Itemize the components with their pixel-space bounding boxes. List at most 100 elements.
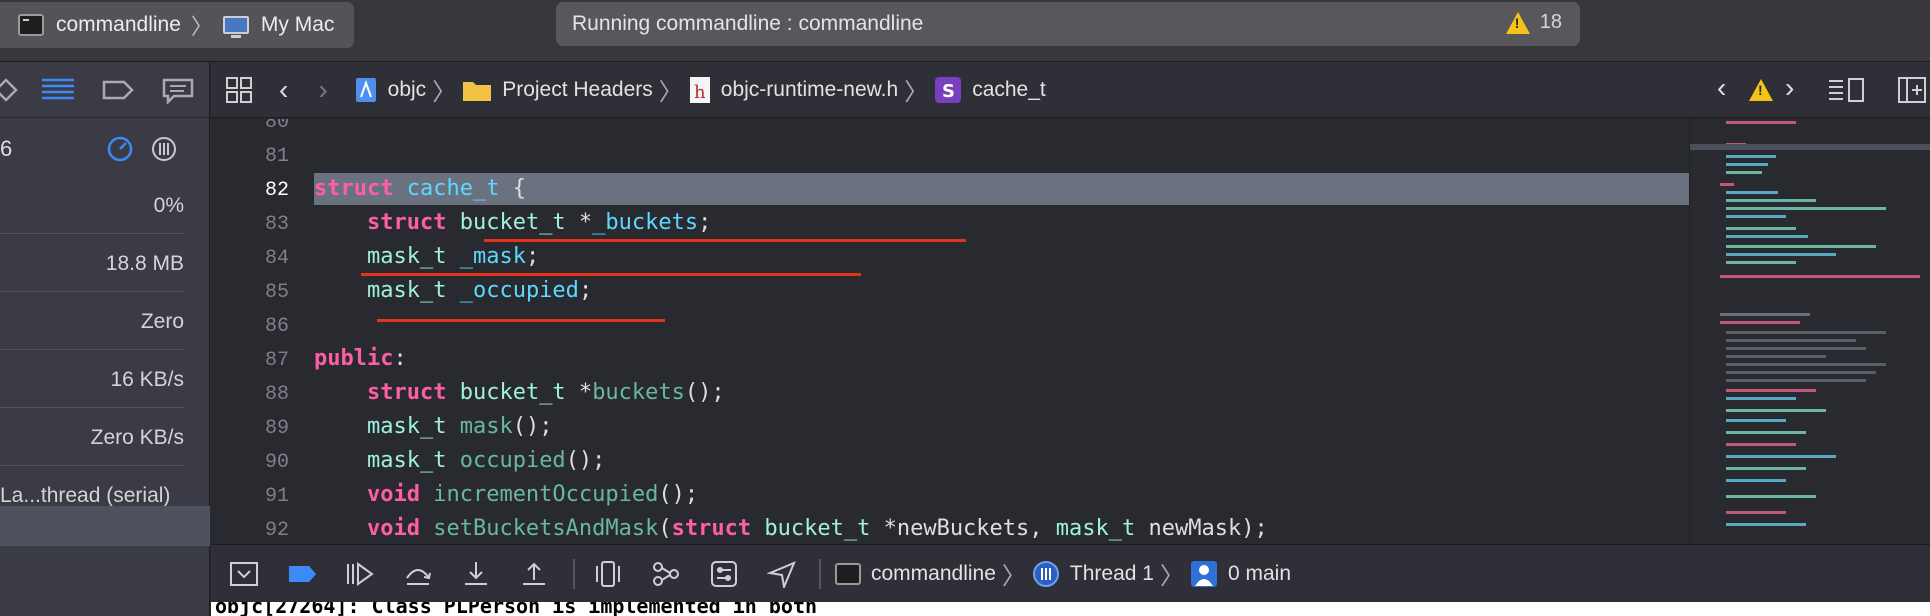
mac-icon — [222, 16, 249, 38]
report-message-icon[interactable] — [160, 76, 196, 104]
type-name: mask_t — [1055, 516, 1136, 541]
process-id-partial: 6 — [0, 136, 13, 161]
cpu-row[interactable]: 0% — [0, 176, 184, 234]
source-editor[interactable]: 80 81 82 83 84 85 86 87 88 89 90 91 92 s… — [211, 119, 1689, 544]
chevron-right-icon: 〉 — [658, 79, 683, 106]
divider — [573, 558, 575, 589]
process-row[interactable]: 6 — [0, 124, 210, 176]
line-number: 80 — [264, 119, 289, 134]
editor-options-icon[interactable] — [1827, 76, 1867, 104]
step-over-icon[interactable] — [403, 560, 433, 588]
crumb-project-headers[interactable]: Project Headers — [462, 78, 653, 102]
folder-icon — [463, 81, 492, 101]
debug-frame[interactable]: 0 main — [1190, 560, 1291, 588]
step-into-icon[interactable] — [461, 560, 491, 588]
crumb-label: Project Headers — [502, 77, 653, 101]
hide-debug-area-icon[interactable] — [229, 560, 259, 588]
diamond-icon[interactable] — [0, 76, 28, 104]
memory-graph-icon[interactable] — [651, 560, 681, 588]
crumb-label: objc — [387, 77, 427, 101]
keyword: struct — [671, 516, 752, 541]
breakpoint-tag-icon[interactable] — [100, 76, 136, 104]
method-name: mask — [459, 414, 513, 439]
related-items-icon[interactable] — [225, 76, 253, 104]
method-name: incrementOccupied — [433, 482, 659, 507]
breakpoints-toggle-icon[interactable] — [287, 560, 317, 588]
code-line-89: mask_t mask(); — [314, 410, 552, 444]
keyword: struct — [366, 210, 447, 235]
debug-bar: commandline 〉 Thread 1 〉 0 main — [211, 544, 1930, 602]
code-line-90: mask_t occupied(); — [314, 444, 605, 478]
disk-row[interactable]: 16 KB/s — [0, 350, 184, 408]
simulate-location-icon[interactable] — [767, 560, 797, 588]
line-number: 81 — [264, 145, 289, 168]
crumb-label: objc-runtime-new.h — [720, 77, 899, 101]
code-line-84: mask_t _mask; — [314, 240, 539, 274]
debug-list-icon[interactable] — [40, 76, 76, 104]
add-editor-icon[interactable] — [1897, 76, 1927, 104]
thread-name: Thread 1 — [1069, 561, 1154, 585]
punct: : — [393, 346, 407, 371]
header-file-icon: h — [689, 76, 710, 103]
scheme-selector[interactable]: commandline 〉 My Mac — [0, 2, 354, 48]
continue-icon[interactable] — [345, 560, 375, 588]
jump-bar: ‹ › objc 〉 Project Headers 〉 h objc-runt… — [211, 62, 1930, 118]
type-name: bucket_t — [459, 210, 566, 235]
environment-overrides-icon[interactable] — [709, 560, 739, 588]
forward-icon[interactable]: › — [318, 74, 327, 106]
warnings-indicator[interactable]: 18 — [1505, 11, 1562, 34]
keyword: struct — [314, 176, 394, 201]
minimap[interactable] — [1689, 119, 1930, 544]
method-name: buckets — [592, 380, 685, 405]
line-number: 82 — [264, 179, 289, 202]
energy-row[interactable]: Zero — [0, 292, 184, 350]
type-name: cache_t — [406, 176, 500, 201]
frame-name: 0 main — [1227, 561, 1291, 585]
issue-warning-icon[interactable] — [1749, 79, 1773, 101]
debug-thread[interactable]: Thread 1 — [1032, 560, 1154, 588]
crumb-symbol[interactable]: S cache_t — [934, 76, 1046, 104]
annotation-underline — [484, 239, 966, 242]
punct: { — [499, 176, 526, 201]
next-issue-icon[interactable]: › — [1785, 72, 1794, 104]
field-name: _buckets — [592, 210, 699, 235]
navigator-tabs — [0, 62, 209, 118]
line-number-gutter[interactable]: 80 81 82 83 84 85 86 87 88 89 90 91 92 — [211, 119, 289, 544]
punct: ( — [658, 516, 672, 541]
crumb-header-file[interactable]: h objc-runtime-new.h — [689, 76, 898, 104]
back-icon[interactable]: ‹ — [279, 74, 288, 106]
punct: (); — [512, 414, 553, 439]
method-name: occupied — [459, 448, 566, 473]
destination-name: My Mac — [260, 13, 335, 36]
view-hierarchy-icon[interactable] — [593, 560, 623, 588]
step-out-icon[interactable] — [519, 560, 549, 588]
chevron-right-icon: 〉 — [190, 14, 213, 39]
warning-count: 18 — [1539, 11, 1562, 33]
line-number: 88 — [264, 383, 289, 406]
punct: (); — [565, 448, 606, 473]
chevron-right-icon: 〉 — [904, 79, 929, 106]
window-toolbar: commandline 〉 My Mac Running commandline… — [0, 0, 1930, 62]
network-row[interactable]: Zero KB/s — [0, 408, 184, 466]
debug-process[interactable]: commandline — [835, 562, 996, 586]
type-name: mask_t — [366, 414, 447, 439]
previous-issue-icon[interactable]: ‹ — [1717, 72, 1726, 104]
console-output[interactable]: objc[27264]: Class PLPerson is implement… — [211, 602, 1930, 616]
crumb-objc[interactable]: objc — [354, 77, 427, 103]
memory-row[interactable]: 18.8 MB — [0, 234, 184, 292]
type-name: bucket_t — [764, 516, 871, 541]
console-line: objc[27264]: Class PLPerson is implement… — [215, 602, 818, 616]
line-number: 83 — [264, 213, 289, 236]
user-frame-icon — [1190, 560, 1217, 587]
field-name: _mask — [459, 244, 526, 269]
warning-icon — [1505, 11, 1530, 34]
line-number: 84 — [264, 247, 289, 270]
annotation-underline — [377, 319, 665, 322]
line-number: 92 — [264, 519, 289, 542]
process-name: commandline — [871, 561, 996, 585]
punct: * — [565, 210, 593, 235]
punct: ; — [578, 278, 593, 303]
code-line-87: public: — [314, 342, 407, 376]
selected-frame-row[interactable] — [0, 506, 210, 546]
svg-text:S: S — [942, 81, 955, 102]
